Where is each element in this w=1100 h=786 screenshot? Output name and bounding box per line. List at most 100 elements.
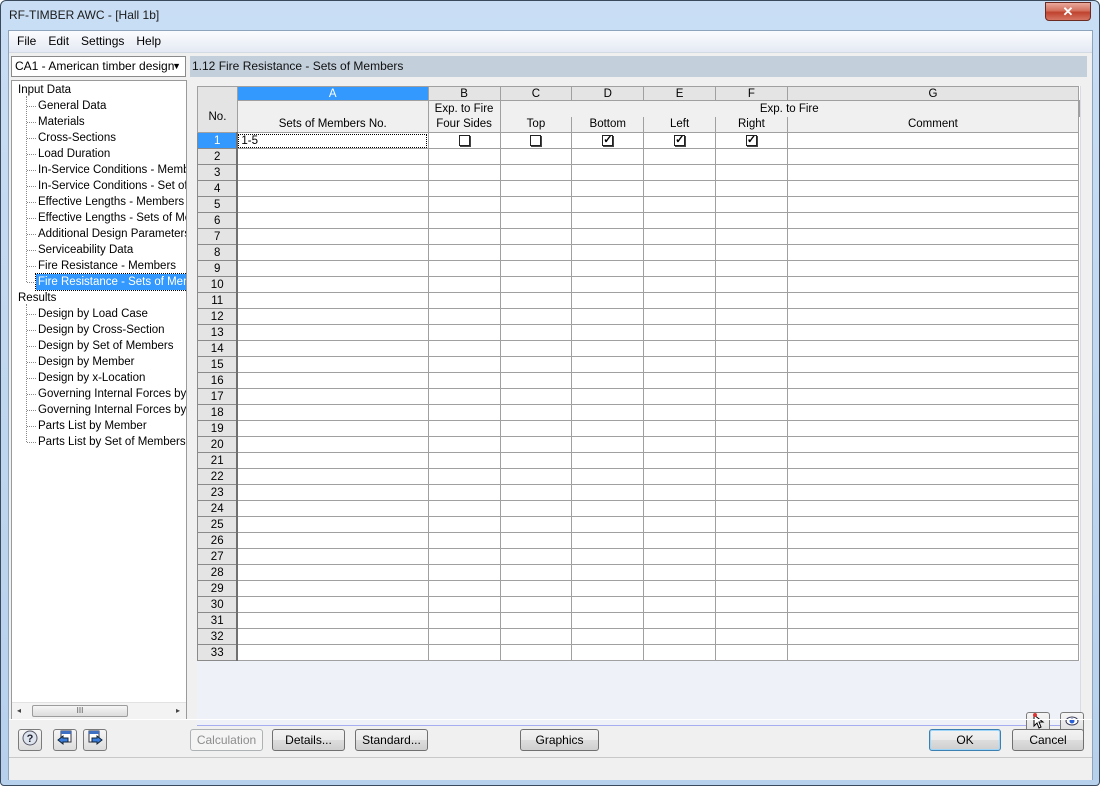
sets-of-members-cell[interactable] [236,516,429,533]
top-cell[interactable] [499,452,573,469]
left-cell[interactable] [643,164,716,181]
comment-cell[interactable] [786,228,1080,245]
row-number[interactable]: 29 [197,580,239,597]
comment-cell[interactable] [786,164,1080,181]
top-cell[interactable] [499,564,573,581]
sets-of-members-cell[interactable] [236,420,429,437]
sets-of-members-cell[interactable] [236,148,429,165]
comment-cell[interactable] [786,420,1080,437]
bottom-cell[interactable] [571,228,645,245]
right-cell[interactable] [715,180,788,197]
comment-cell[interactable] [786,580,1080,597]
row-number[interactable]: 19 [197,420,239,437]
right-cell[interactable] [715,356,788,373]
sets-of-members-cell[interactable] [236,436,429,453]
row-number[interactable]: 6 [197,212,239,229]
four-sides-cell[interactable] [427,596,501,613]
row-number[interactable]: 15 [197,356,239,373]
sets-of-members-cell[interactable] [236,164,429,181]
sets-of-members-cell[interactable] [236,372,429,389]
left-cell[interactable] [643,468,716,485]
comment-cell[interactable] [786,324,1080,341]
top-cell[interactable] [499,596,573,613]
four-sides-cell[interactable] [427,132,501,149]
top-cell[interactable] [499,340,573,357]
left-cell[interactable] [643,436,716,453]
row-number[interactable]: 3 [197,164,239,181]
top-cell[interactable] [499,164,573,181]
top-cell[interactable] [499,404,573,421]
four-sides-cell[interactable] [427,564,501,581]
right-cell[interactable] [715,228,788,245]
top-cell[interactable] [499,468,573,485]
left-cell[interactable] [643,324,716,341]
right-cell[interactable] [715,196,788,213]
tree-item[interactable]: Fire Resistance - Members [36,258,178,274]
row-number[interactable]: 2 [197,148,239,165]
standard-button[interactable]: Standard... [355,729,428,751]
left-cell[interactable] [643,292,716,309]
column-letter-c[interactable]: C [499,86,573,101]
row-number[interactable]: 30 [197,596,239,613]
top-cell[interactable] [499,500,573,517]
top-cell[interactable] [499,196,573,213]
menu-file[interactable]: File [11,31,42,52]
top-cell[interactable] [499,580,573,597]
row-number[interactable]: 4 [197,180,239,197]
row-number[interactable]: 12 [197,308,239,325]
left-cell[interactable] [643,244,716,261]
left-cell[interactable] [643,196,716,213]
top-cell[interactable] [499,516,573,533]
four-sides-cell[interactable] [427,612,501,629]
comment-cell[interactable] [786,388,1080,405]
details-button[interactable]: Details... [272,729,345,751]
tree-node-results[interactable]: Results [18,290,56,306]
top-cell[interactable] [499,372,573,389]
column-letter-d[interactable]: D [571,86,645,101]
close-button[interactable]: ✕ [1045,2,1091,21]
right-cell[interactable] [715,516,788,533]
bottom-cell[interactable] [571,244,645,261]
sets-of-members-cell[interactable] [236,452,429,469]
right-cell[interactable] [715,148,788,165]
left-cell[interactable] [643,228,716,245]
column-letter-f[interactable]: F [715,86,788,101]
top-cell[interactable] [499,292,573,309]
row-number[interactable]: 28 [197,564,239,581]
sets-of-members-cell[interactable] [236,196,429,213]
top-cell[interactable] [499,244,573,261]
bottom-cell[interactable] [571,500,645,517]
row-number[interactable]: 21 [197,452,239,469]
four-sides-cell[interactable] [427,308,501,325]
four-sides-cell[interactable] [427,532,501,549]
right-cell[interactable] [715,612,788,629]
left-cell[interactable] [643,260,716,277]
left-cell[interactable] [643,484,716,501]
row-number[interactable]: 20 [197,436,239,453]
left-cell[interactable] [643,356,716,373]
row-number[interactable]: 27 [197,548,239,565]
comment-cell[interactable] [786,452,1080,469]
sets-of-members-cell[interactable] [236,340,429,357]
scroll-right-icon[interactable]: ▸ [176,706,180,715]
left-cell[interactable] [643,644,716,661]
column-letter-a[interactable]: A [236,86,429,101]
left-cell[interactable] [643,596,716,613]
bottom-cell[interactable] [571,180,645,197]
sets-of-members-cell[interactable] [236,612,429,629]
comment-cell[interactable] [786,356,1080,373]
four-sides-checkbox[interactable] [458,134,470,146]
cancel-button[interactable]: Cancel [1012,729,1084,751]
right-cell[interactable] [715,484,788,501]
four-sides-cell[interactable] [427,148,501,165]
row-number[interactable]: 13 [197,324,239,341]
comment-cell[interactable] [786,292,1080,309]
sets-of-members-cell[interactable] [236,292,429,309]
top-checkbox[interactable] [530,134,542,146]
row-number[interactable]: 7 [197,228,239,245]
bottom-cell[interactable] [571,596,645,613]
comment-cell[interactable] [786,404,1080,421]
top-cell[interactable] [499,212,573,229]
four-sides-cell[interactable] [427,324,501,341]
tree-item[interactable]: General Data [36,98,108,114]
